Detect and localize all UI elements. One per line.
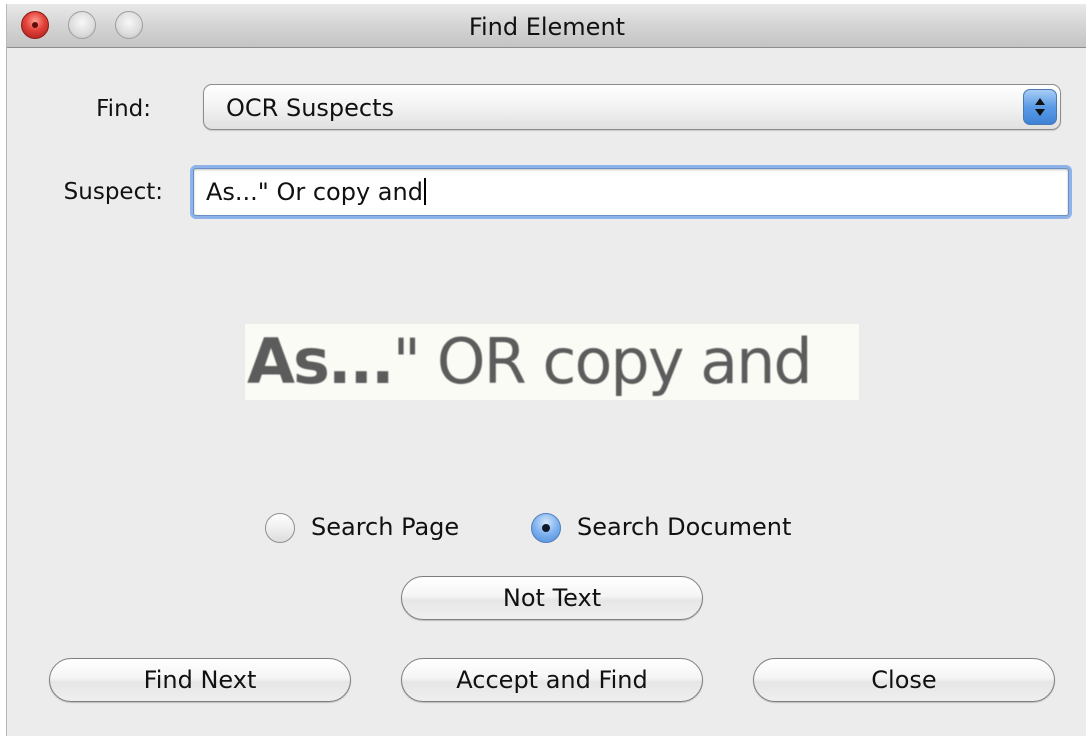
close-button[interactable]: Close [753, 658, 1055, 702]
updown-arrows-icon[interactable] [1023, 89, 1057, 125]
find-popup[interactable]: OCR Suspects [203, 84, 1061, 130]
search-document-option[interactable]: Search Document [531, 508, 831, 544]
preview-prefix: As... [247, 325, 395, 398]
search-page-option[interactable]: Search Page [265, 508, 485, 544]
suspect-input-value: As..." Or copy and [206, 178, 423, 206]
text-caret [423, 178, 426, 205]
accept-and-find-button[interactable]: Accept and Find [401, 658, 703, 702]
suspect-label: Suspect: [63, 179, 163, 205]
search-page-radio[interactable] [265, 513, 295, 543]
search-document-radio[interactable] [531, 513, 561, 543]
find-element-window: Find Element Find: OCR Suspects Suspect:… [6, 4, 1086, 736]
search-document-label: Search Document [577, 513, 792, 541]
not-text-button[interactable]: Not Text [401, 576, 703, 620]
find-next-button[interactable]: Find Next [49, 658, 351, 702]
window-title: Find Element [468, 13, 626, 41]
ocr-image-preview: As..." OR copy and [245, 324, 859, 400]
title-bar[interactable]: Find Element [7, 4, 1086, 48]
search-page-label: Search Page [311, 513, 460, 541]
suspect-input[interactable]: As..." Or copy and [193, 168, 1069, 216]
find-label: Find: [96, 96, 151, 122]
find-popup-value: OCR Suspects [226, 94, 395, 122]
preview-rest: " OR copy and [392, 325, 813, 398]
ocr-image-text: As..." OR copy and [247, 325, 813, 398]
